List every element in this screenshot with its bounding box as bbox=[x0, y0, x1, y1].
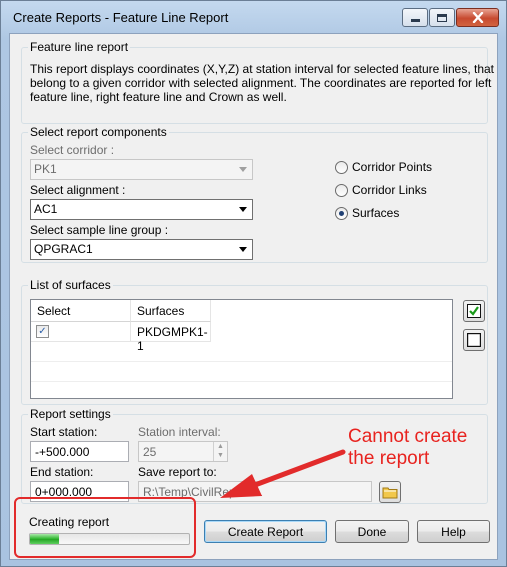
save-report-label: Save report to: bbox=[138, 465, 217, 479]
annotation-text: Cannot create the report bbox=[348, 426, 468, 469]
corridor-label: Select corridor : bbox=[30, 143, 115, 157]
minimize-icon bbox=[410, 19, 420, 22]
corridor-links-radio[interactable] bbox=[335, 184, 348, 197]
corridor-points-radio[interactable] bbox=[335, 161, 348, 174]
description-line-1: This report displays coordinates (X,Y,Z)… bbox=[30, 62, 495, 76]
description-group: Feature line report This report displays… bbox=[21, 40, 494, 124]
dialog-client-area: Feature line report This report displays… bbox=[9, 33, 498, 560]
row-surface-name: PKDGMPK1-1 bbox=[131, 322, 211, 353]
surfaces-group: List of surfaces Select Surfaces ✓ PKDGM… bbox=[21, 278, 488, 405]
description-group-label: Feature line report bbox=[28, 40, 131, 54]
surfaces-radio[interactable] bbox=[335, 207, 348, 220]
select-all-button[interactable] bbox=[463, 300, 485, 322]
station-interval-input[interactable]: 25 ▲ ▼ bbox=[138, 441, 228, 462]
description-line-2: belong to a given corridor with selected… bbox=[30, 76, 492, 90]
settings-group-label: Report settings bbox=[28, 407, 113, 421]
components-group-label: Select report components bbox=[28, 125, 169, 139]
chevron-down-icon bbox=[239, 167, 247, 172]
surfaces-radio-label[interactable]: Surfaces bbox=[352, 206, 399, 220]
alignment-label: Select alignment : bbox=[30, 183, 126, 197]
corridor-value: PK1 bbox=[34, 162, 57, 176]
chevron-down-icon bbox=[239, 247, 247, 252]
folder-icon bbox=[382, 487, 398, 499]
start-station-input[interactable]: -+500.000 bbox=[30, 441, 129, 462]
surfaces-table[interactable]: Select Surfaces ✓ PKDGMPK1-1 bbox=[30, 299, 453, 399]
close-icon bbox=[472, 12, 483, 23]
spinner-icon: ▲ ▼ bbox=[213, 442, 227, 461]
column-header-surfaces[interactable]: Surfaces bbox=[131, 300, 211, 322]
browse-button[interactable] bbox=[379, 481, 401, 503]
window-title: Create Reports - Feature Line Report bbox=[13, 10, 229, 25]
table-empty-row bbox=[31, 342, 452, 362]
checkbox-empty-icon bbox=[467, 333, 481, 347]
corridor-points-label[interactable]: Corridor Points bbox=[352, 160, 432, 174]
column-header-select[interactable]: Select bbox=[31, 300, 131, 322]
create-report-button[interactable]: Create Report bbox=[204, 520, 327, 543]
surface-checkbox[interactable]: ✓ bbox=[36, 325, 49, 338]
row-select-cell: ✓ bbox=[31, 322, 131, 342]
help-button[interactable]: Help bbox=[417, 520, 490, 543]
clear-all-button[interactable] bbox=[463, 329, 485, 351]
table-row[interactable]: ✓ PKDGMPK1-1 bbox=[31, 322, 452, 353]
station-interval-value: 25 bbox=[143, 445, 157, 459]
dialog-window: Create Reports - Feature Line Report Fea… bbox=[0, 0, 507, 567]
sample-line-value: QPGRAC1 bbox=[34, 242, 93, 256]
alignment-value: AC1 bbox=[34, 202, 58, 216]
annotation-highlight-box bbox=[14, 497, 196, 558]
minimize-button[interactable] bbox=[402, 8, 428, 27]
description-line-3: feature line, right feature line and Cro… bbox=[30, 90, 287, 104]
sample-line-label: Select sample line group : bbox=[30, 223, 169, 237]
chevron-down-icon bbox=[239, 207, 247, 212]
components-group: Select report components Select corridor… bbox=[21, 125, 488, 263]
close-button[interactable] bbox=[456, 8, 499, 27]
done-button[interactable]: Done bbox=[335, 520, 409, 543]
corridor-links-label[interactable]: Corridor Links bbox=[352, 183, 427, 197]
start-station-label: Start station: bbox=[30, 425, 98, 439]
alignment-select[interactable]: AC1 bbox=[30, 199, 253, 220]
title-bar[interactable]: Create Reports - Feature Line Report bbox=[1, 1, 506, 33]
surfaces-group-label: List of surfaces bbox=[28, 278, 113, 292]
corridor-select[interactable]: PK1 bbox=[30, 159, 253, 180]
checkbox-checked-icon bbox=[467, 304, 481, 318]
station-interval-label: Station interval: bbox=[138, 425, 221, 439]
end-station-label: End station: bbox=[30, 465, 94, 479]
maximize-button[interactable] bbox=[429, 8, 455, 27]
maximize-icon bbox=[437, 13, 447, 22]
sample-line-select[interactable]: QPGRAC1 bbox=[30, 239, 253, 260]
table-empty-row bbox=[31, 362, 452, 382]
